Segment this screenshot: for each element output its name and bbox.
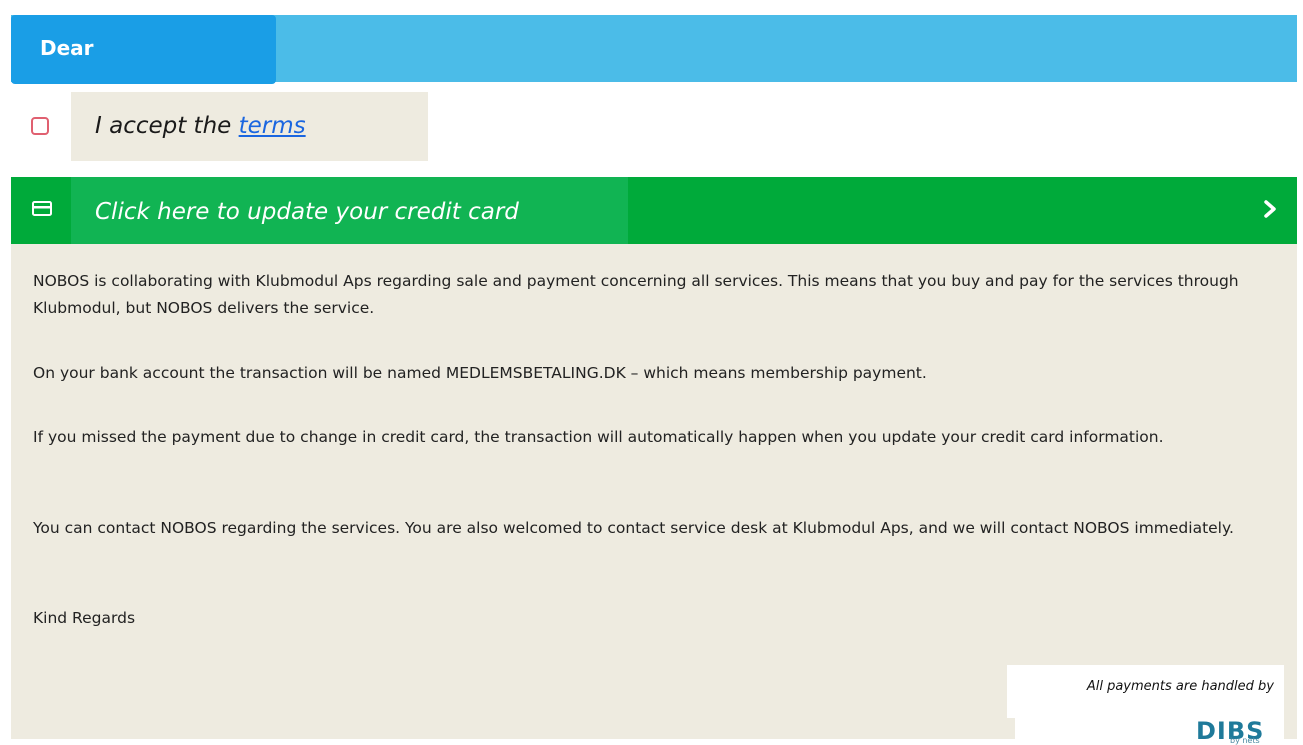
terms-checkbox[interactable] bbox=[31, 117, 49, 135]
chevron-right-icon[interactable] bbox=[1263, 199, 1277, 219]
dibs-logo-sub: by nets bbox=[1230, 736, 1260, 745]
info-paragraph-missed-payment: If you missed the payment due to change … bbox=[33, 428, 1164, 446]
info-paragraph-contact: You can contact NOBOS regarding the serv… bbox=[33, 519, 1234, 537]
header-title: Dear bbox=[40, 36, 94, 60]
terms-text: I accept the terms bbox=[95, 111, 306, 141]
info-paragraph-collaboration: NOBOS is collaborating with Klubmodul Ap… bbox=[33, 272, 1239, 317]
info-paragraph-bank: On your bank account the transaction wil… bbox=[33, 364, 927, 382]
info-paragraph-regards: Kind Regards bbox=[33, 609, 136, 627]
credit-card-icon bbox=[32, 201, 52, 216]
terms-prefix: I accept the bbox=[95, 113, 239, 139]
payment-handled-text: All payments are handled by bbox=[1086, 679, 1274, 694]
terms-link[interactable]: terms bbox=[239, 113, 306, 139]
update-card-label[interactable]: Click here to update your credit card bbox=[95, 197, 519, 227]
